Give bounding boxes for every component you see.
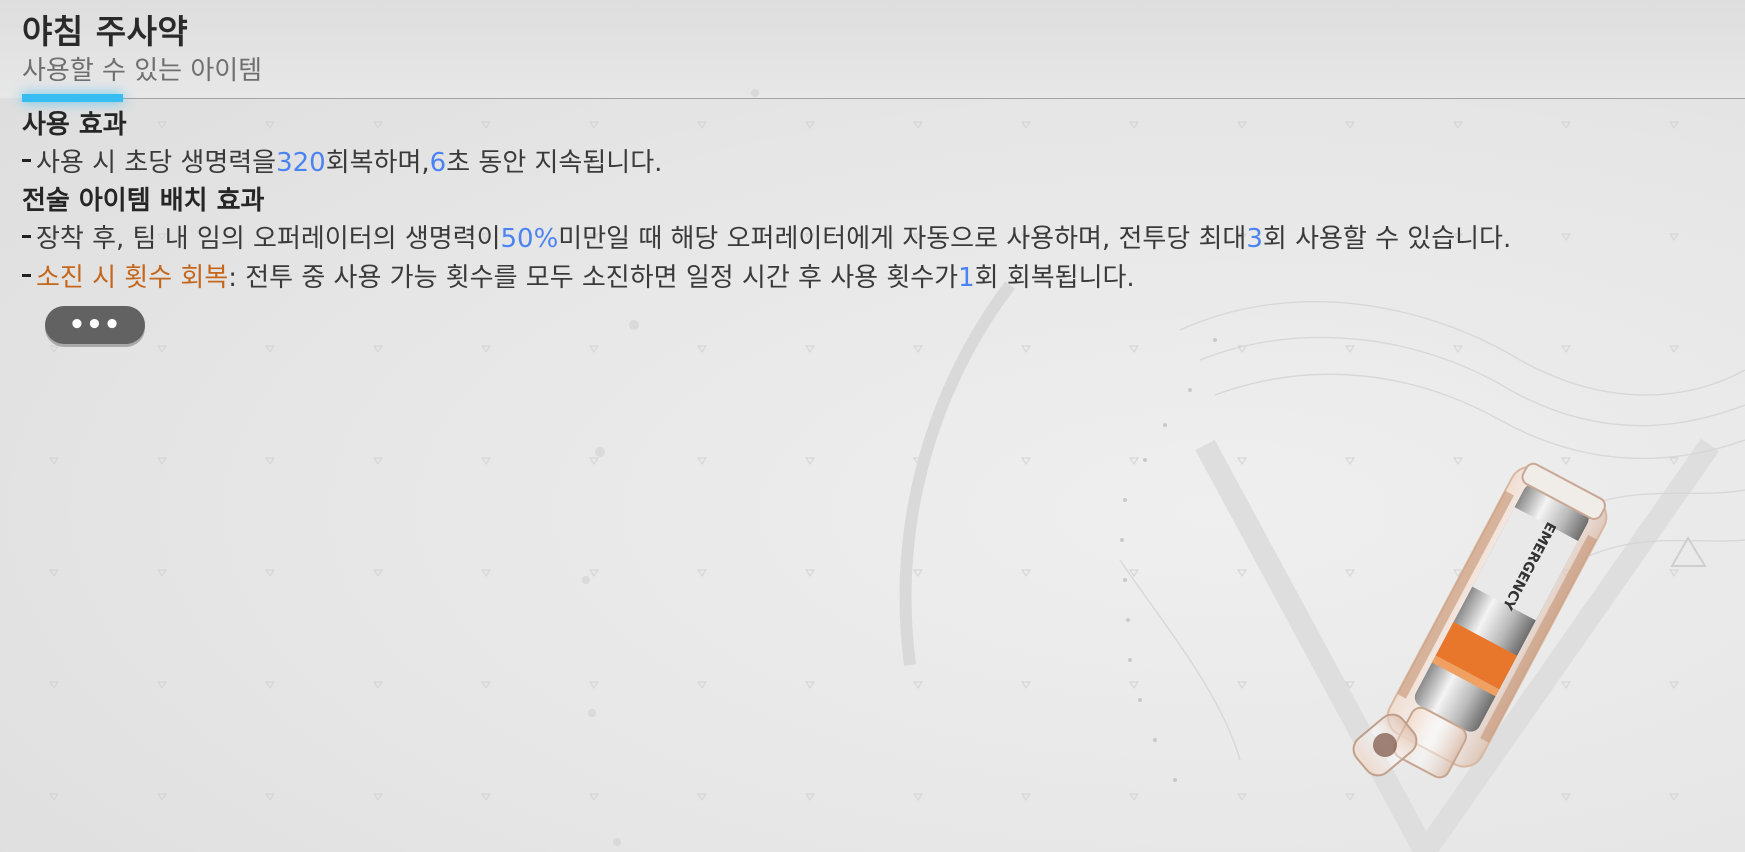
use-effect-text-pre: 사용 시 초당 생명력을 [36, 148, 277, 178]
accent-bar [22, 94, 123, 102]
bullet-dash [22, 274, 31, 277]
tactical-effect-line-1: 장착 후, 팀 내 임의 오퍼레이터의 생명력이 50% 미만일 때 해당 오퍼… [22, 220, 1702, 259]
use-effect-text-post: 초 동안 지속됩니다. [446, 148, 663, 178]
tactical-effect-heading: 전술 아이템 배치 효과 [22, 186, 265, 216]
item-header: 야침 주사약 사용할 수 있는 아이템 [22, 8, 262, 88]
duration-value: 6 [429, 148, 447, 178]
hp-threshold-value: 50% [500, 224, 559, 254]
tactical-line1-post: 회 사용할 수 있습니다. [1262, 224, 1512, 254]
header-divider [22, 98, 1745, 99]
max-uses-value: 3 [1246, 224, 1263, 254]
tactical-line2-pre: : 전투 중 사용 가능 횟수를 모두 소진하면 일정 시간 후 사용 횟수가 [228, 263, 959, 293]
recharge-keyword: 소진 시 횟수 회복 [36, 263, 229, 293]
tactical-line1-mid: 미만일 때 해당 오퍼레이터에게 자동으로 사용하며, 전투당 최대 [558, 224, 1247, 254]
tactical-line1-pre: 장착 후, 팀 내 임의 오퍼레이터의 생명력이 [36, 224, 501, 254]
tactical-effect-line-2: 소진 시 횟수 회복 : 전투 중 사용 가능 횟수를 모두 소진하면 일정 시… [22, 259, 1702, 298]
item-description: 사용 효과 사용 시 초당 생명력을 320 회복하며, 6 초 동안 지속됩니… [22, 106, 1702, 298]
use-effect-heading: 사용 효과 [22, 110, 127, 140]
hp-per-second-value: 320 [276, 148, 326, 178]
injector-canister-icon: EMERGENCY [1352, 462, 1608, 779]
bullet-dash [22, 159, 31, 162]
use-effect-line: 사용 시 초당 생명력을 320 회복하며, 6 초 동안 지속됩니다. [22, 144, 1702, 183]
recharge-count-value: 1 [958, 263, 975, 293]
more-options-button[interactable]: ••• [45, 306, 145, 344]
bullet-dash [22, 235, 31, 238]
item-type-label: 사용할 수 있는 아이템 [22, 56, 263, 86]
item-title: 야침 주사약 [22, 12, 189, 51]
tactical-line2-post: 회 회복됩니다. [974, 263, 1135, 293]
use-effect-text-mid: 회복하며, [325, 148, 430, 178]
